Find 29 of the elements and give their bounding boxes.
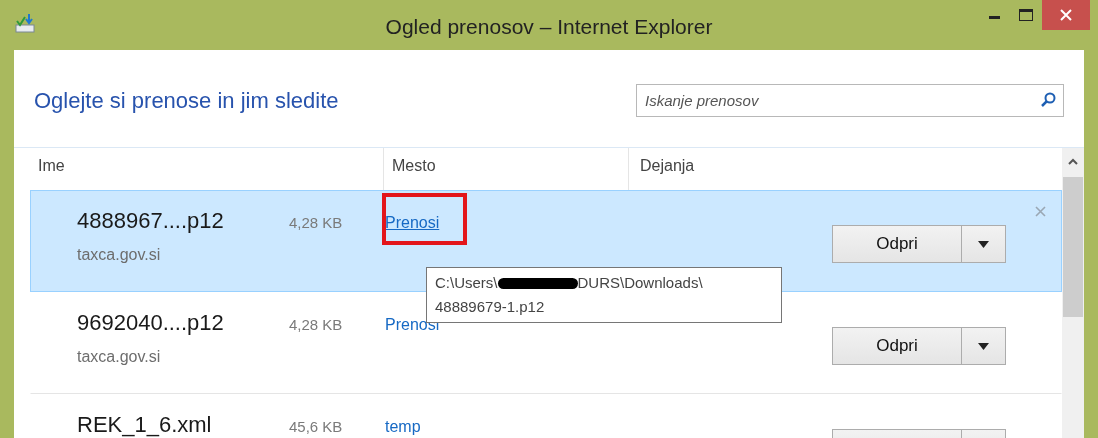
close-icon[interactable] [1035,206,1046,217]
file-name: 9692040....p12 [77,309,225,337]
scroll-thumb[interactable] [1063,177,1083,317]
caret-icon [978,240,989,248]
page-heading: Oglejte si prenose in jim sledite [34,87,339,115]
column-header[interactable]: Ime [30,148,383,190]
location-link[interactable]: temp [385,418,421,435]
file-name: 4888967....p12 [77,207,225,235]
file-source: taxca.gov.si [77,347,162,367]
tooltip-text: DURS\Downloads\ [577,273,703,293]
window-title: Ogled prenosov – Internet Explorer [385,14,713,40]
file-source: taxca.gov.si [77,245,162,265]
close-button[interactable] [1042,0,1090,30]
search-icon [1040,92,1056,108]
file-size: 4,28 KB [289,213,343,233]
tooltip-text: 48889679-1.p12 [435,297,546,317]
caret-icon [978,342,989,350]
scrollbar[interactable] [1062,148,1084,438]
search-field[interactable]: Iskanje prenosov [636,84,1064,117]
file-size: 4,28 KB [289,315,343,335]
file-size: 45,6 KB [289,417,343,437]
open-split-button[interactable]: Odpri [832,225,1006,263]
location-link[interactable]: Prenosi [385,214,440,231]
open-split-button[interactable]: Odpri [832,327,1006,365]
close-icon [1060,9,1072,21]
scroll-up-icon[interactable] [1068,158,1078,165]
download-icon [14,13,36,33]
tooltip-text: C:\Users\ [435,273,498,293]
file-name: REK_1_6.xml [77,411,213,438]
